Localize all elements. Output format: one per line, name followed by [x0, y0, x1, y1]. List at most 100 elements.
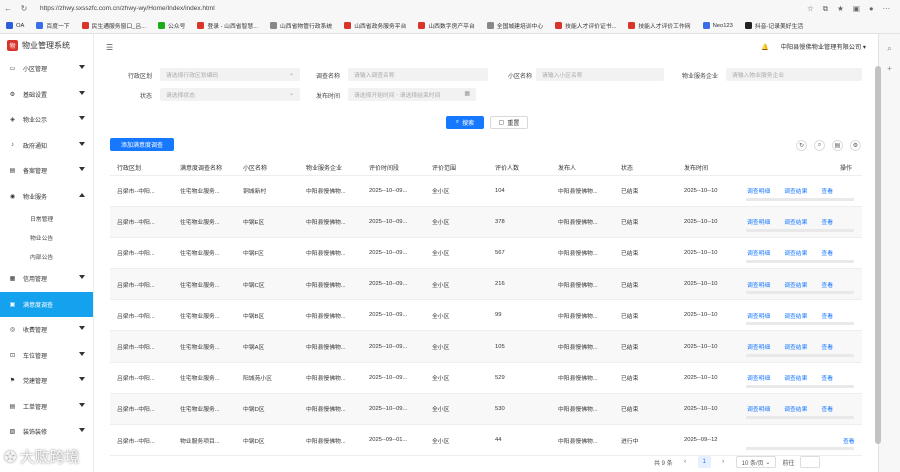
survey-result-link[interactable]: 调查结果: [784, 220, 807, 226]
back-icon[interactable]: ←: [0, 4, 16, 13]
refresh-icon[interactable]: ↻: [16, 4, 32, 13]
refresh-icon[interactable]: ↻: [796, 140, 807, 151]
view-link[interactable]: 查看: [821, 314, 833, 320]
bookmark-item[interactable]: 技能人才评价证书...: [555, 21, 616, 30]
search-button[interactable]: ⌕ 搜索: [446, 116, 484, 129]
bookmark-item[interactable]: Neo123: [702, 22, 733, 29]
bookmark-item[interactable]: 山西数字房产平台: [418, 21, 475, 30]
reset-button[interactable]: ▢ 重置: [490, 116, 528, 129]
chevron-down-icon: [79, 141, 85, 146]
sidebar-item[interactable]: ▣ 满意度调查: [0, 291, 93, 317]
sidebar-item[interactable]: ♪ 政府通知: [0, 133, 93, 159]
column-header: 状态: [614, 161, 677, 176]
cell-company: 中阳县慢佛物...: [299, 268, 362, 301]
bookmark-item[interactable]: 抖音-记录美好生活: [744, 21, 803, 30]
row-scrollbar[interactable]: [746, 260, 854, 264]
bookmark-item[interactable]: 山西省政务服务平台: [344, 21, 406, 30]
sidebar-item[interactable]: ▨ 装饰装修: [0, 419, 93, 445]
sidebar-subitem[interactable]: 日常管理: [0, 209, 93, 228]
survey-detail-link[interactable]: 调查明细: [747, 251, 770, 257]
survey-detail-link[interactable]: 调查明细: [747, 189, 770, 195]
status-select[interactable]: 请选择状态 ⌄: [160, 88, 300, 101]
sidebar-subitem[interactable]: 物业公告: [0, 228, 93, 247]
bell-icon[interactable]: 🔔: [761, 43, 769, 51]
bookmark-item[interactable]: OA: [6, 22, 24, 29]
goto-page-input[interactable]: [800, 456, 821, 468]
row-scrollbar[interactable]: [746, 322, 854, 326]
survey-result-link[interactable]: 调查结果: [784, 407, 807, 413]
add-icon[interactable]: +: [879, 64, 900, 73]
row-scrollbar[interactable]: [746, 384, 854, 388]
survey-result-link[interactable]: 调查结果: [784, 376, 807, 382]
sidebar-subitem[interactable]: 内部公告: [0, 247, 93, 266]
sidebar-item[interactable]: ▤ 备案管理: [0, 158, 93, 184]
survey-detail-link[interactable]: 调查明细: [747, 220, 770, 226]
row-scrollbar[interactable]: [746, 447, 854, 451]
row-scrollbar[interactable]: [746, 291, 854, 295]
view-link[interactable]: 查看: [821, 376, 833, 382]
address-bar[interactable]: https://zhwy.sxsszfc.com.cn/zhwy-wy/Home…: [40, 5, 807, 12]
company-input[interactable]: 请输入物业服务企业: [726, 68, 862, 81]
bookmark-item[interactable]: 百度一下: [36, 21, 70, 30]
next-page-button[interactable]: ›: [717, 456, 730, 468]
company-name[interactable]: 中阳县慢佛物业管理有限公司 ▾: [781, 42, 866, 51]
sidebar-item[interactable]: ▦ 信用管理: [0, 266, 93, 292]
survey-detail-link[interactable]: 调查明细: [747, 376, 770, 382]
sidebar-item[interactable]: ◉ 物业服务: [0, 184, 93, 210]
survey-detail-link[interactable]: 调查明细: [747, 283, 770, 289]
survey-detail-link[interactable]: 调查明细: [747, 314, 770, 320]
survey-result-link[interactable]: 调查结果: [784, 283, 807, 289]
bookmark-item[interactable]: 公众号: [158, 21, 185, 30]
cell-period: 2025--10--09...: [362, 175, 425, 207]
row-scrollbar[interactable]: [746, 197, 854, 201]
view-link[interactable]: 查看: [821, 283, 833, 289]
survey-name-input[interactable]: 请输入调查名称: [348, 68, 488, 81]
survey-result-link[interactable]: 调查结果: [784, 251, 807, 257]
survey-result-link[interactable]: 调查结果: [784, 314, 807, 320]
bookmark-item[interactable]: 技能人才评价工作网: [628, 21, 691, 30]
split-screen-icon[interactable]: ⧉: [823, 4, 828, 14]
view-link[interactable]: 查看: [843, 439, 855, 445]
add-survey-button[interactable]: 添加满意度调查: [110, 138, 174, 151]
publish-time-range[interactable]: 请选择开始时间 - 请选择结束时间 ▦: [348, 88, 476, 101]
view-link[interactable]: 查看: [821, 407, 833, 413]
bookmark-item[interactable]: 民生通服务窗口_吕...: [81, 21, 146, 30]
row-scrollbar[interactable]: [746, 228, 854, 232]
sidebar-item[interactable]: ◎ 收费管理: [0, 317, 93, 343]
column-settings-icon[interactable]: ▤: [832, 140, 843, 151]
sidebar-item[interactable]: ▭ 小区管理: [0, 56, 93, 82]
page-scrollbar[interactable]: [875, 66, 881, 444]
more-menu-icon[interactable]: ⋯: [883, 4, 891, 14]
sidebar-item[interactable]: ⚙ 基础设置: [0, 82, 93, 108]
survey-detail-link[interactable]: 调查明细: [747, 407, 770, 413]
sidebar-item[interactable]: ⊡ 车位管理: [0, 343, 93, 369]
view-link[interactable]: 查看: [821, 251, 833, 257]
favorites-list-icon[interactable]: ★: [837, 4, 844, 14]
prev-page-button[interactable]: ‹: [679, 456, 692, 468]
row-scrollbar[interactable]: [746, 353, 854, 357]
favorite-icon[interactable]: ☆: [807, 4, 814, 14]
collections-icon[interactable]: ▣: [853, 4, 860, 14]
sidebar-item[interactable]: ◈ 物业公示: [0, 107, 93, 133]
search-icon[interactable]: ⌕: [814, 140, 825, 151]
survey-detail-link[interactable]: 调查明细: [747, 345, 770, 351]
region-select[interactable]: 请选择行政区划编码 ⌄: [160, 68, 300, 81]
bookmark-item[interactable]: 全国城建培训中心: [486, 21, 543, 30]
search-icon[interactable]: ⌕: [879, 44, 900, 54]
row-scrollbar[interactable]: [746, 416, 854, 419]
settings-icon[interactable]: ⚙: [850, 140, 861, 151]
survey-result-link[interactable]: 调查结果: [784, 345, 807, 351]
view-link[interactable]: 查看: [821, 220, 833, 226]
view-link[interactable]: 查看: [821, 345, 833, 351]
page-1-button[interactable]: 1: [697, 456, 711, 468]
menu-toggle-icon[interactable]: ☰: [106, 43, 113, 52]
profile-icon[interactable]: ●: [869, 4, 874, 14]
survey-result-link[interactable]: 调查结果: [784, 189, 807, 195]
sidebar-item[interactable]: ▤ 工单管理: [0, 394, 93, 420]
sidebar-item[interactable]: ⚑ 党建管理: [0, 368, 93, 394]
page-size-select[interactable]: 10 条/页 ⌄: [735, 456, 777, 468]
community-input[interactable]: 请输入小区名称: [536, 68, 664, 81]
bookmark-item[interactable]: 山西省物管行政系统: [270, 21, 332, 30]
bookmark-item[interactable]: 登录 - 山西省智慧...: [197, 21, 258, 30]
view-link[interactable]: 查看: [821, 189, 833, 195]
